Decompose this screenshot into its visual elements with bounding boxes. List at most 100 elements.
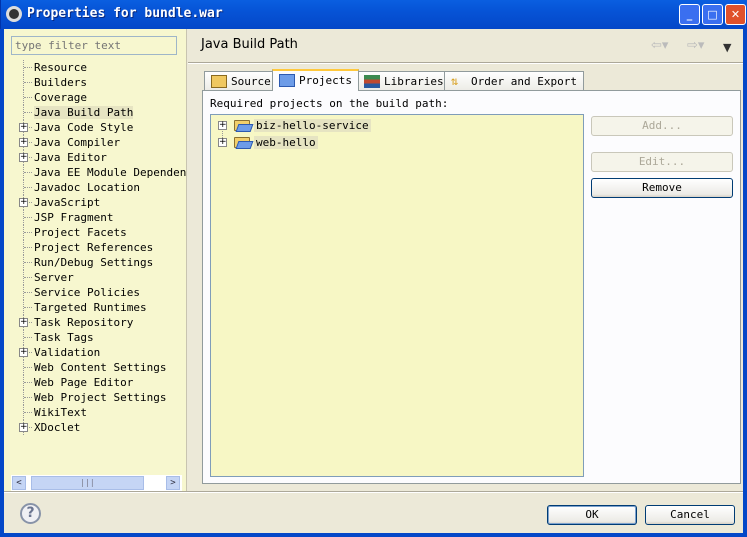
- sidebar-item-label: JavaScript: [34, 196, 101, 209]
- sidebar-item-label: Targeted Runtimes: [34, 301, 147, 314]
- project-folder-icon: [234, 120, 250, 131]
- projects-panel: Required projects on the build path: + bi…: [202, 90, 741, 484]
- remove-button[interactable]: Remove: [591, 178, 733, 198]
- scroll-left-button[interactable]: <: [12, 476, 26, 490]
- sidebar-item[interactable]: Targeted Runtimes: [4, 300, 187, 315]
- projects-list[interactable]: + biz-hello-service + web-hello: [210, 114, 584, 477]
- expand-icon[interactable]: +: [19, 348, 28, 357]
- sidebar-item[interactable]: + Java Editor: [4, 150, 187, 165]
- expand-icon[interactable]: +: [19, 318, 28, 327]
- cancel-button[interactable]: Cancel: [645, 505, 735, 525]
- header-divider: [188, 62, 743, 64]
- sidebar-item-label: Builders: [34, 76, 87, 89]
- close-button[interactable]: ✕: [725, 4, 746, 25]
- sidebar-item[interactable]: Project References: [4, 240, 187, 255]
- list-item[interactable]: + biz-hello-service: [218, 118, 371, 133]
- page-title: Java Build Path: [201, 37, 298, 52]
- tree-line: [24, 67, 32, 68]
- expand-icon[interactable]: +: [218, 138, 227, 147]
- expand-icon[interactable]: +: [19, 198, 28, 207]
- sidebar-item-label: Web Page Editor: [34, 376, 134, 389]
- list-item[interactable]: + web-hello: [218, 135, 318, 150]
- tree-line: [24, 247, 32, 248]
- forward-arrow-icon[interactable]: ⇨▾: [687, 38, 704, 53]
- source-folder-icon: [211, 75, 227, 88]
- eclipse-app-icon: [6, 6, 22, 22]
- tree-line: [24, 262, 32, 263]
- sidebar-item[interactable]: Java EE Module Dependencies: [4, 165, 187, 180]
- sidebar-item[interactable]: Coverage: [4, 90, 187, 105]
- project-folder-icon: [279, 74, 295, 87]
- sidebar-item-label: XDoclet: [34, 421, 81, 434]
- sidebar-item[interactable]: Service Policies: [4, 285, 187, 300]
- tree-line: [24, 187, 32, 188]
- sidebar-item[interactable]: Server: [4, 270, 187, 285]
- sidebar-item[interactable]: Javadoc Location: [4, 180, 187, 195]
- expand-icon[interactable]: +: [218, 121, 227, 130]
- view-menu-icon[interactable]: ▼: [723, 41, 731, 54]
- sidebar-item[interactable]: WikiText: [4, 405, 187, 420]
- sidebar-item[interactable]: Java Build Path: [4, 105, 187, 120]
- expand-icon[interactable]: +: [19, 423, 28, 432]
- sidebar-item[interactable]: Web Content Settings: [4, 360, 187, 375]
- maximize-button[interactable]: □: [702, 4, 723, 25]
- sidebar-item[interactable]: + Java Code Style: [4, 120, 187, 135]
- tab-libraries[interactable]: Libraries: [357, 71, 451, 91]
- project-name: web-hello: [254, 136, 318, 149]
- expand-icon[interactable]: +: [19, 123, 28, 132]
- sidebar-item[interactable]: Resource: [4, 60, 187, 75]
- sidebar-item[interactable]: + Task Repository: [4, 315, 187, 330]
- sidebar-item[interactable]: + Validation: [4, 345, 187, 360]
- sidebar-item[interactable]: Builders: [4, 75, 187, 90]
- tree-line: [24, 97, 32, 98]
- tree-line: [24, 307, 32, 308]
- sidebar-item-label: Java EE Module Dependencies: [34, 166, 187, 179]
- help-icon[interactable]: ?: [20, 503, 41, 524]
- scroll-right-button[interactable]: >: [166, 476, 180, 490]
- filter-input[interactable]: [11, 36, 177, 55]
- sidebar-item-label: JSP Fragment: [34, 211, 114, 224]
- sidebar-item[interactable]: Web Project Settings: [4, 390, 187, 405]
- sidebar-item-label: Service Policies: [34, 286, 140, 299]
- sidebar-item-label: Web Content Settings: [34, 361, 167, 374]
- tree-line: [24, 292, 32, 293]
- tree-line: [24, 337, 32, 338]
- horizontal-scrollbar[interactable]: < ||| >: [11, 475, 182, 491]
- expand-icon[interactable]: +: [19, 153, 28, 162]
- sidebar-item-label: Validation: [34, 346, 101, 359]
- sidebar-item-label: Java Code Style: [34, 121, 134, 134]
- tree-line: [24, 82, 32, 83]
- sidebar-item-label: Project Facets: [34, 226, 127, 239]
- sidebar-item[interactable]: + JavaScript: [4, 195, 187, 210]
- edit-button[interactable]: Edit...: [591, 152, 733, 172]
- tree-line: [24, 397, 32, 398]
- tree-line: [24, 112, 32, 113]
- sidebar-item-label: Java Compiler: [34, 136, 121, 149]
- scroll-thumb[interactable]: |||: [31, 476, 144, 490]
- add-button[interactable]: Add...: [591, 116, 733, 136]
- sidebar-item[interactable]: Web Page Editor: [4, 375, 187, 390]
- sidebar-item-label: Javadoc Location: [34, 181, 140, 194]
- libraries-icon: [364, 75, 380, 88]
- sidebar-item[interactable]: Run/Debug Settings: [4, 255, 187, 270]
- back-arrow-icon[interactable]: ⇦▾: [651, 38, 668, 53]
- sidebar-item[interactable]: JSP Fragment: [4, 210, 187, 225]
- tab-label: Libraries: [384, 75, 444, 88]
- expand-icon[interactable]: +: [19, 138, 28, 147]
- ok-button[interactable]: OK: [547, 505, 637, 525]
- sidebar-item-label: Task Repository: [34, 316, 134, 329]
- minimize-button[interactable]: _: [679, 4, 700, 25]
- sidebar-item[interactable]: + XDoclet: [4, 420, 187, 435]
- tab-order-and-export[interactable]: ⇅ Order and Export: [444, 71, 584, 91]
- tree-line: [24, 232, 32, 233]
- tab-source[interactable]: Source: [204, 71, 278, 91]
- sidebar-item-label: Run/Debug Settings: [34, 256, 154, 269]
- sidebar-item[interactable]: Task Tags: [4, 330, 187, 345]
- tree-line: [24, 217, 32, 218]
- project-name: biz-hello-service: [254, 119, 371, 132]
- sidebar-item[interactable]: + Java Compiler: [4, 135, 187, 150]
- tab-projects[interactable]: Projects: [272, 69, 359, 91]
- tab-label: Order and Export: [471, 75, 577, 88]
- sidebar-item[interactable]: Project Facets: [4, 225, 187, 240]
- tree-line: [24, 412, 32, 413]
